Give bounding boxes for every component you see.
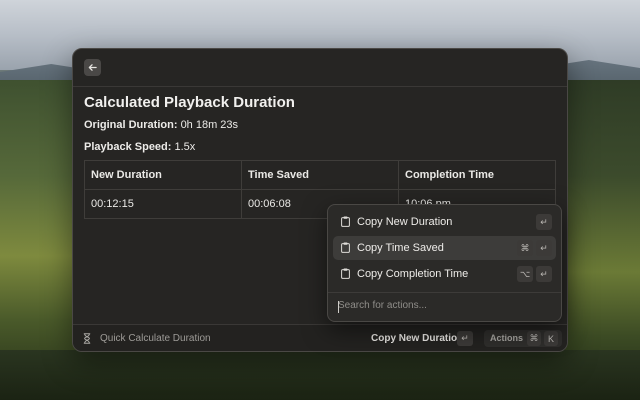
enter-key-hint: ↵ — [457, 331, 473, 346]
actions-button[interactable]: Actions ⌘ K — [484, 330, 562, 347]
enter-key-hint: ↵ — [536, 240, 552, 256]
table-header: New Duration — [84, 160, 242, 190]
menu-item-copy-completion-time[interactable]: Copy Completion Time ⌥ ↵ — [333, 262, 556, 286]
back-button[interactable] — [84, 59, 101, 76]
clipboard-icon — [341, 242, 350, 253]
table-header: Completion Time — [398, 160, 556, 190]
menu-item-copy-time-saved[interactable]: Copy Time Saved ⌘ ↵ — [333, 236, 556, 260]
wallpaper-foreground — [0, 350, 640, 400]
menu-item-label: Copy Completion Time — [357, 268, 469, 280]
footer-bar: Quick Calculate Duration Copy New Durati… — [73, 324, 567, 351]
menu-item-label: Copy Time Saved — [357, 242, 444, 254]
playback-speed: Playback Speed: 1.5x — [84, 141, 195, 153]
text-caret — [338, 301, 339, 313]
playback-speed-value: 1.5x — [174, 141, 196, 153]
top-bar — [73, 49, 567, 87]
table-header: Time Saved — [241, 160, 399, 190]
cmd-key-hint: ⌘ — [517, 240, 533, 256]
actions-label: Actions — [490, 333, 524, 343]
page-title: Calculated Playback Duration — [84, 94, 295, 111]
menu-divider — [328, 292, 561, 293]
cmd-key-hint: ⌘ — [527, 331, 541, 346]
action-search-input[interactable] — [338, 300, 553, 311]
k-key-hint: K — [544, 331, 558, 346]
original-duration-label: Original Duration: — [84, 119, 178, 131]
primary-action-button[interactable]: Copy New Duration — [371, 333, 463, 344]
hourglass-icon — [83, 333, 91, 344]
enter-key-hint: ↵ — [536, 214, 552, 230]
clipboard-icon — [341, 216, 350, 227]
actions-menu: Copy New Duration ↵ Copy Time Saved ⌘ ↵ … — [327, 204, 562, 322]
table-cell-new-duration: 00:12:15 — [84, 189, 242, 219]
option-key-hint: ⌥ — [517, 266, 533, 282]
original-duration-value: 0h 18m 23s — [180, 119, 239, 131]
clipboard-icon — [341, 268, 350, 279]
command-name: Quick Calculate Duration — [100, 333, 211, 344]
table-header-row: New Duration Time Saved Completion Time — [84, 160, 556, 190]
arrow-left-icon — [88, 64, 97, 71]
menu-item-copy-new-duration[interactable]: Copy New Duration ↵ — [333, 210, 556, 234]
original-duration: Original Duration: 0h 18m 23s — [84, 119, 238, 131]
enter-key-hint: ↵ — [536, 266, 552, 282]
playback-speed-label: Playback Speed: — [84, 141, 172, 153]
menu-item-label: Copy New Duration — [357, 216, 453, 228]
